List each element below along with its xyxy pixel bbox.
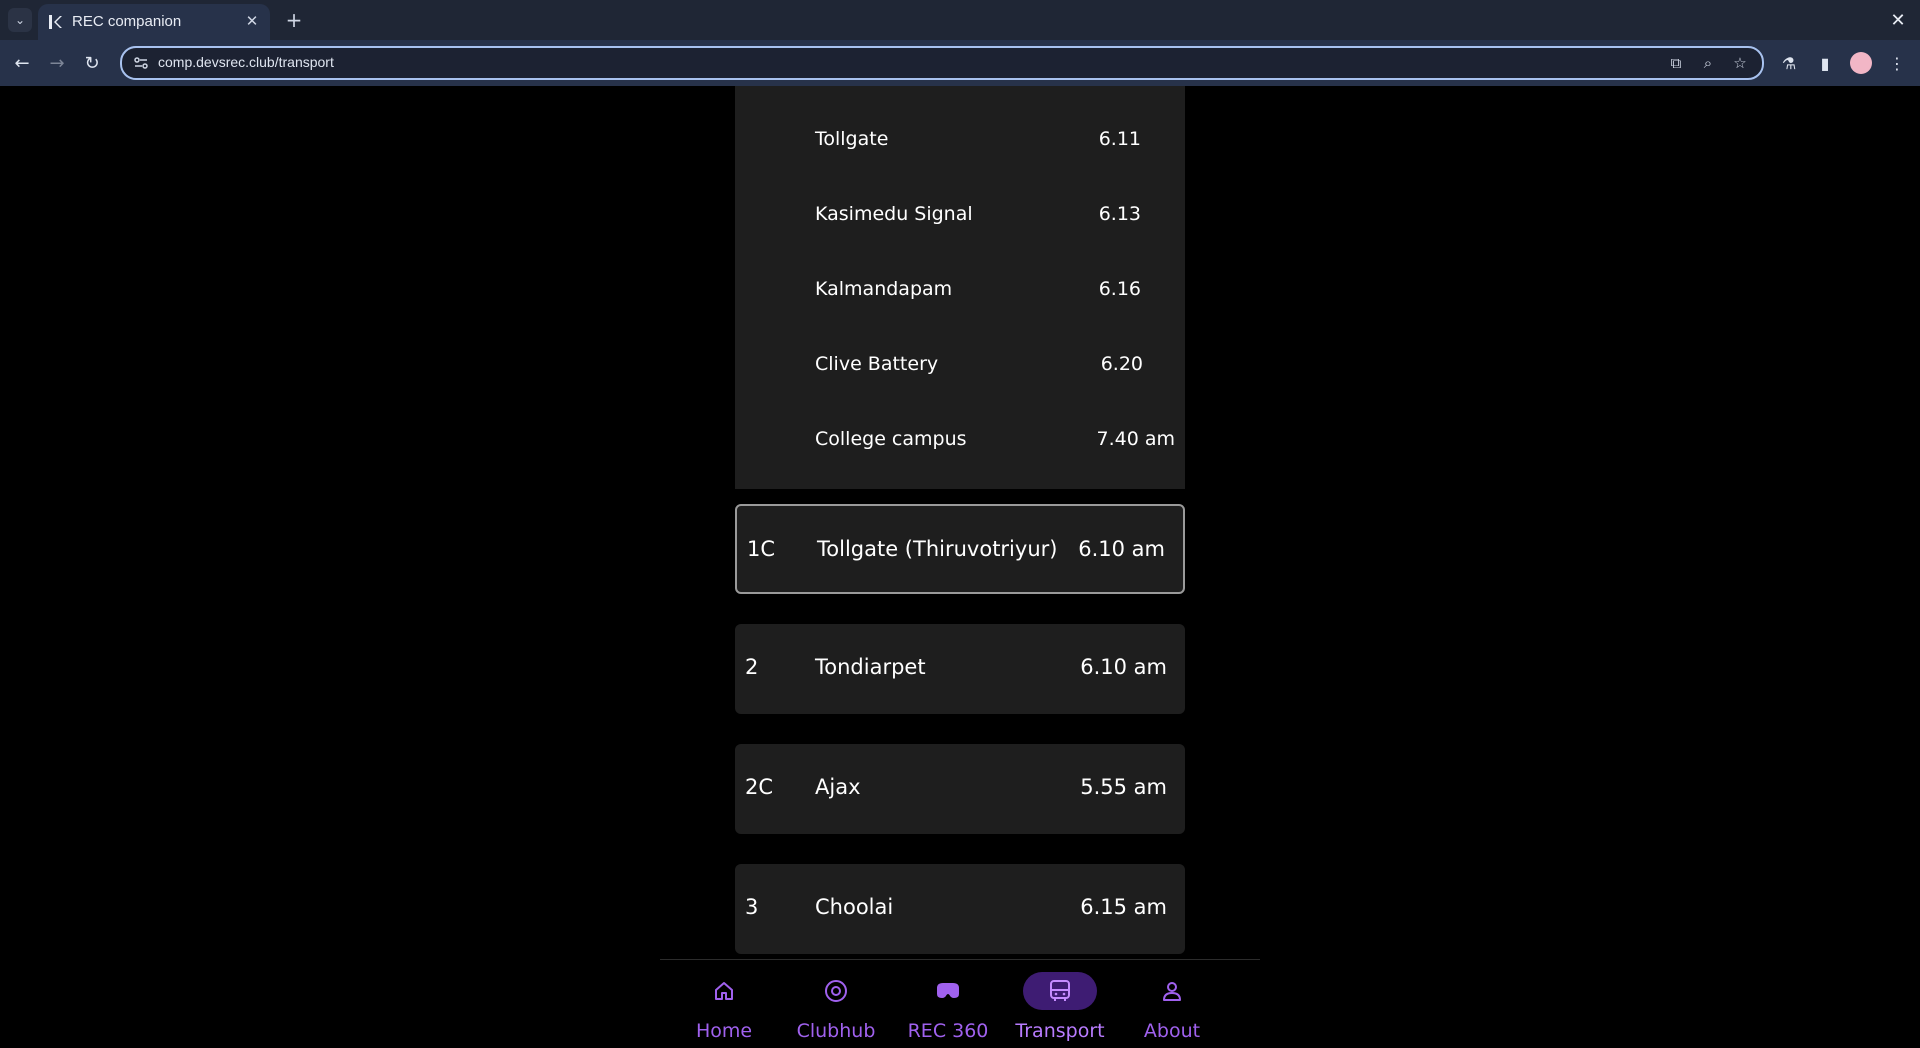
stop-name: Kalmandapam: [815, 278, 953, 300]
browser-tab[interactable]: REC companion ✕: [38, 4, 270, 40]
nav-label: REC 360: [907, 1020, 989, 1042]
route-card-selected[interactable]: 1C Tollgate (Thiruvotriyur) 6.10 am: [735, 504, 1185, 594]
zoom-icon[interactable]: ⌕: [1698, 53, 1718, 73]
route-card[interactable]: 2 Tondiarpet 6.10 am: [735, 624, 1185, 714]
menu-kebab-icon[interactable]: ⋮: [1885, 51, 1909, 75]
nav-label: Transport: [1015, 1020, 1105, 1042]
address-bar[interactable]: comp.devsrec.club/transport ⧉ ⌕ ☆: [120, 46, 1764, 80]
stop-time: 6.13: [1098, 203, 1141, 225]
reload-icon[interactable]: ↻: [80, 51, 104, 75]
stop-name: Tollgate: [815, 128, 889, 150]
site-info-icon[interactable]: [132, 54, 150, 72]
forward-arrow-icon[interactable]: →: [45, 51, 69, 75]
stop-time: 6.16: [1098, 278, 1141, 300]
browser-toolbar: ← → ↻ comp.devsrec.club/transport ⧉ ⌕ ☆ …: [0, 40, 1920, 86]
home-icon: [701, 972, 747, 1010]
new-tab-button[interactable]: +: [282, 8, 306, 32]
nav-label: Clubhub: [796, 1020, 876, 1042]
route-name: Choolai: [815, 895, 894, 919]
vr-headset-icon: [925, 972, 971, 1010]
nav-item-about[interactable]: About: [1117, 960, 1227, 1048]
expanded-route-stops: College Tollgate 6.11 Kasimedu Signal 6.…: [735, 86, 1185, 489]
transport-page: College Tollgate 6.11 Kasimedu Signal 6.…: [0, 86, 1920, 1048]
route-number: 2C: [745, 775, 774, 799]
stop-row: Clive Battery 6.20: [735, 345, 1185, 385]
route-number: 3: [745, 895, 759, 919]
bookmark-star-icon[interactable]: ☆: [1730, 53, 1750, 73]
route-start-time: 6.10 am: [1078, 537, 1165, 561]
stop-name: Clive Battery: [815, 353, 939, 375]
tab-search-chevron-down-icon[interactable]: ⌄: [8, 8, 32, 32]
browser-tab-strip: ⌄ REC companion ✕ + ✕: [0, 0, 1920, 40]
url-text[interactable]: comp.devsrec.club/transport: [158, 54, 334, 70]
route-name: Tondiarpet: [815, 655, 926, 679]
nav-label: Home: [695, 1020, 753, 1042]
nav-item-clubhub[interactable]: Clubhub: [781, 960, 891, 1048]
stop-row: Kalmandapam 6.16: [735, 270, 1185, 310]
stop-time: 6.20: [1100, 353, 1143, 375]
disc-icon: [813, 972, 859, 1010]
bus-icon: [1023, 972, 1097, 1010]
route-number: 1C: [747, 537, 776, 561]
bottom-navigation-bar: Home Clubhub REC 360 Transport About: [660, 959, 1260, 1048]
user-icon: [1149, 972, 1195, 1010]
stop-row: Kasimedu Signal 6.13: [735, 195, 1185, 235]
stop-row: Tollgate 6.11: [735, 120, 1185, 160]
stop-time: 6.11: [1098, 128, 1141, 150]
stop-row: College campus 7.40 am: [735, 420, 1185, 460]
stop-name: Kasimedu Signal: [815, 203, 973, 225]
back-arrow-icon[interactable]: ←: [10, 51, 34, 75]
nav-item-home[interactable]: Home: [669, 960, 779, 1048]
route-number: 2: [745, 655, 759, 679]
stop-time: 7.40 am: [1096, 428, 1176, 450]
tab-title: REC companion: [72, 13, 182, 30]
window-close-icon[interactable]: ✕: [1886, 8, 1910, 32]
rec-logo-icon: [49, 15, 62, 29]
route-name: Tollgate (Thiruvotriyur): [817, 537, 1058, 561]
install-app-icon[interactable]: ⧉: [1666, 53, 1686, 73]
profile-avatar[interactable]: [1850, 52, 1872, 74]
route-start-time: 5.55 am: [1080, 775, 1167, 799]
nav-item-transport[interactable]: Transport: [1005, 960, 1115, 1048]
nav-label: About: [1143, 1020, 1201, 1042]
tab-close-icon[interactable]: ✕: [242, 11, 262, 31]
route-card[interactable]: 2C Ajax 5.55 am: [735, 744, 1185, 834]
labs-flask-icon[interactable]: ⚗: [1777, 51, 1801, 75]
route-start-time: 6.15 am: [1080, 895, 1167, 919]
route-card[interactable]: 3 Choolai 6.15 am: [735, 864, 1185, 954]
side-panel-icon[interactable]: ▮: [1813, 51, 1837, 75]
route-name: Ajax: [815, 775, 861, 799]
stop-name: College campus: [815, 428, 967, 450]
nav-item-rec360[interactable]: REC 360: [893, 960, 1003, 1048]
route-start-time: 6.10 am: [1080, 655, 1167, 679]
